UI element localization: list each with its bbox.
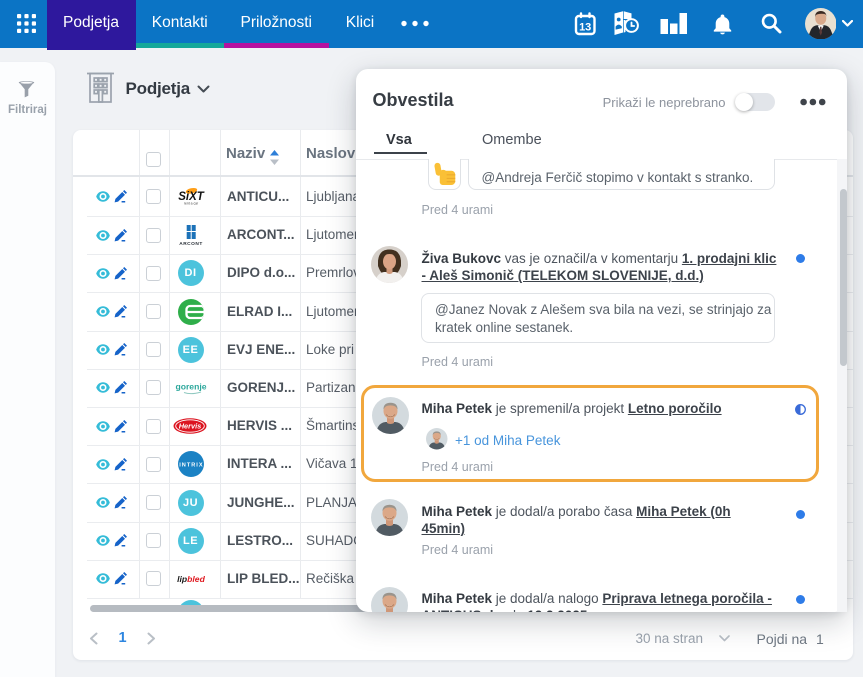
svg-text:INTRIX: INTRIX	[179, 463, 203, 469]
svg-text:gorenje: gorenje	[175, 381, 206, 391]
svg-text:lipbled: lipbled	[177, 574, 205, 584]
svg-text:ARCONT: ARCONT	[179, 241, 203, 246]
svg-text:rent a car: rent a car	[183, 202, 198, 206]
svg-text:13: 13	[579, 22, 591, 34]
svg-text:Hervis: Hervis	[178, 421, 201, 430]
